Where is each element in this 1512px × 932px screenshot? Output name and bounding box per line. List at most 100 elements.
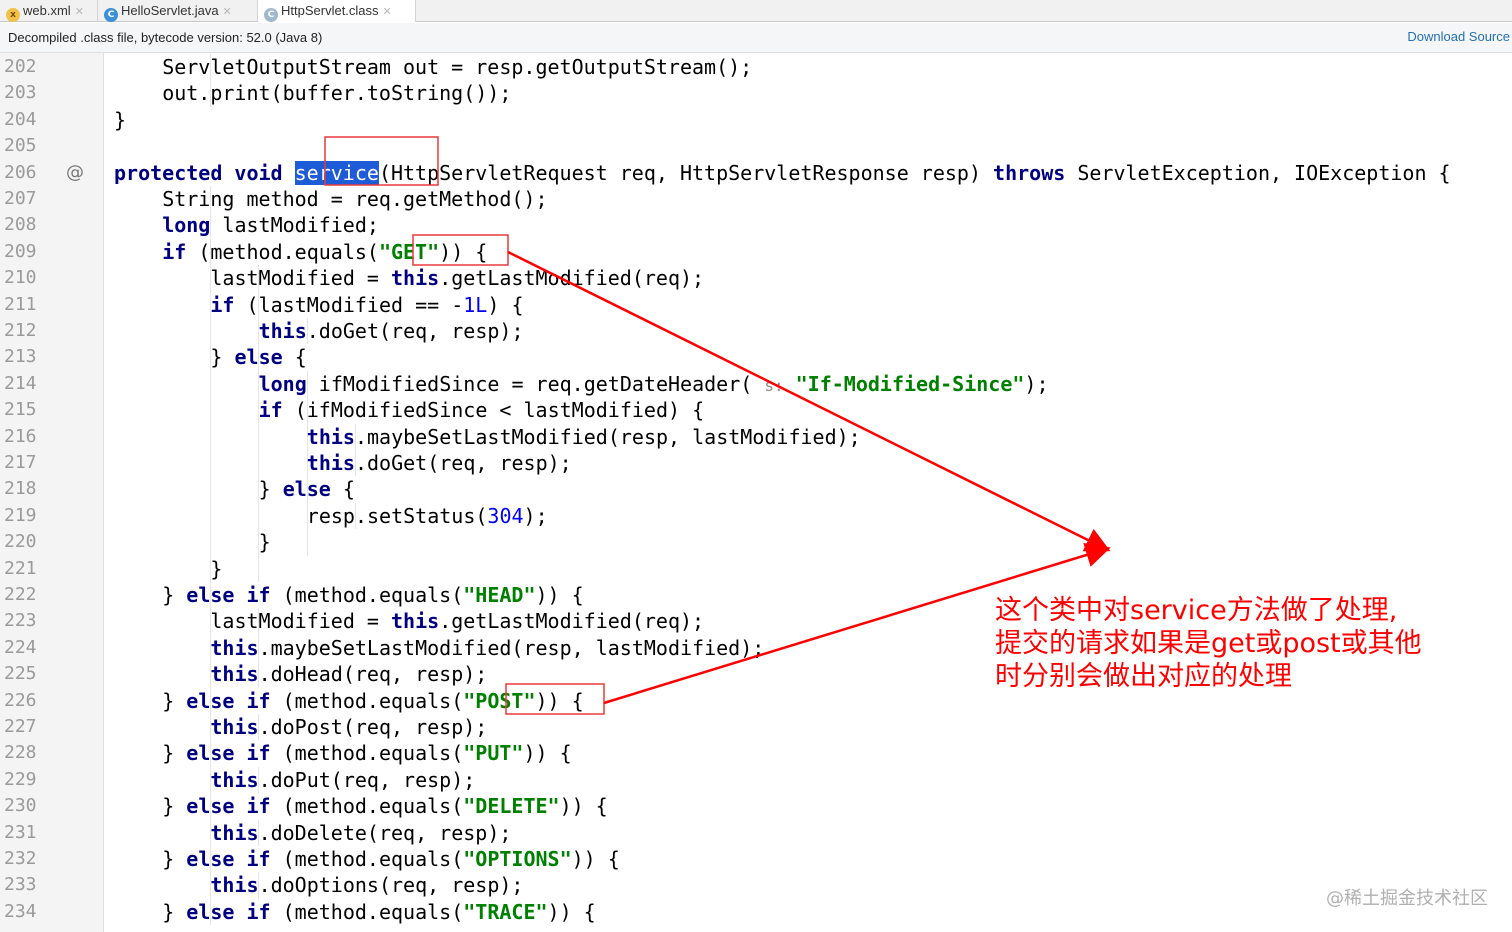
code-token: else if (186, 741, 271, 766)
selected-token: service (294, 160, 379, 185)
code-token: if (162, 239, 187, 264)
line-number[interactable]: 218 (4, 476, 44, 502)
code-token: )) { (439, 239, 488, 264)
line-number[interactable]: 231 (4, 820, 44, 846)
line-number[interactable]: 202 (4, 54, 44, 80)
code-line[interactable]: 205 (0, 133, 1512, 159)
code-line[interactable]: 204} (0, 107, 1512, 133)
line-number[interactable]: 203 (4, 80, 44, 106)
code-line[interactable]: 211 if (lastModified == -1L) { (0, 291, 1512, 318)
code-token: this (210, 767, 259, 792)
line-number[interactable]: 229 (4, 767, 44, 793)
code-token: ); (1024, 371, 1049, 396)
code-token: .doOptions(req, resp); (258, 873, 524, 898)
annotation-line: 时分别会做出对应的处理 (995, 661, 1292, 692)
line-number[interactable]: 228 (4, 740, 44, 766)
code-token: )) { (571, 847, 620, 871)
line-number[interactable]: 223 (4, 608, 44, 634)
code-line[interactable]: 220} (0, 529, 1512, 556)
line-number[interactable]: 207 (4, 186, 44, 212)
close-icon[interactable]: ✕ (75, 6, 84, 18)
tab-helloservlet-java[interactable]: C HelloServlet.java ✕ (98, 0, 258, 22)
code-token: long (258, 371, 307, 396)
code-token: (method.equals( (270, 847, 464, 871)
line-number[interactable]: 227 (4, 714, 44, 740)
code-token: if (210, 292, 235, 317)
download-source-link[interactable]: Download Source (1407, 29, 1510, 44)
tab-label: web.xml (23, 3, 71, 18)
code-line[interactable]: 230} else if (method.equals("DELETE")) { (0, 793, 1512, 820)
line-number[interactable]: 220 (4, 529, 44, 555)
code-token: resp.setStatus( (306, 503, 488, 528)
tab-label: HelloServlet.java (121, 3, 219, 18)
code-text: } else { (259, 476, 355, 502)
line-number[interactable]: 214 (4, 371, 44, 397)
code-token: (method.equals( (270, 794, 464, 819)
code-token: this (210, 873, 259, 898)
line-number[interactable]: 213 (4, 344, 44, 370)
code-line[interactable]: 233 this.doOptions(req, resp); (0, 872, 1512, 899)
code-line[interactable]: 231 this.doDelete(req, resp); (0, 819, 1512, 846)
indent-guide (210, 397, 212, 424)
line-number[interactable]: 212 (4, 318, 44, 344)
code-token: this (210, 715, 259, 739)
line-number[interactable]: 210 (4, 265, 44, 291)
line-number[interactable]: 216 (4, 424, 44, 450)
line-number[interactable]: 221 (4, 556, 44, 582)
line-number[interactable]: 208 (4, 212, 44, 238)
code-line[interactable]: 203 out.print(buffer.toString()); (0, 80, 1512, 107)
line-number[interactable]: 224 (4, 635, 44, 661)
line-number[interactable]: 206 (4, 160, 44, 186)
code-token: else if (186, 794, 271, 819)
code-line[interactable]: 215 if (ifModifiedSince < lastModified) { (0, 397, 1512, 424)
code-token: else if (186, 688, 271, 713)
tab-web-xml[interactable]: x web.xml ✕ (0, 0, 98, 22)
line-number[interactable]: 204 (4, 107, 44, 133)
line-number[interactable]: 225 (4, 661, 44, 687)
line-number[interactable]: 215 (4, 397, 44, 423)
code-line[interactable]: 228} else if (method.equals("PUT")) { (0, 740, 1512, 767)
code-token: this (391, 266, 440, 291)
code-text: resp.setStatus(304); (307, 503, 548, 529)
code-line[interactable]: 210 lastModified = this.getLastModified(r… (0, 265, 1512, 292)
line-number[interactable]: 209 (4, 239, 44, 265)
code-line[interactable]: 227 this.doPost(req, resp); (0, 714, 1512, 741)
code-line[interactable]: 229 this.doPut(req, resp); (0, 766, 1512, 794)
code-line[interactable]: 219 resp.setStatus(304); (0, 502, 1512, 530)
code-line[interactable]: 232} else if (method.equals("OPTIONS")) … (0, 846, 1512, 873)
line-number[interactable]: 226 (4, 688, 44, 714)
code-line[interactable]: 218 } else { (0, 476, 1512, 503)
code-line[interactable]: 202 ServletOutputStream out = resp.getOut… (0, 54, 1512, 81)
code-editor[interactable]: 202 ServletOutputStream out = resp.getOut… (0, 53, 1512, 932)
code-token: .doHead(req, resp); (258, 662, 488, 687)
line-number[interactable]: 217 (4, 450, 44, 476)
code-line[interactable]: 206 @ protected void service(HttpServletRe… (0, 160, 1512, 186)
code-line[interactable]: 213} else { (0, 344, 1512, 371)
code-token: "HEAD" (463, 583, 536, 607)
code-line[interactable]: 214 long ifModifiedSince = req.getDateHea… (0, 370, 1512, 398)
close-icon[interactable]: ✕ (383, 6, 392, 18)
line-number[interactable]: 230 (4, 793, 44, 819)
override-marker-icon[interactable]: @ (66, 160, 84, 186)
line-number[interactable]: 205 (4, 133, 44, 159)
code-token: this (391, 609, 440, 634)
code-line[interactable]: 209 if (method.equals("GET")) { (0, 238, 1512, 266)
close-icon[interactable]: ✕ (223, 6, 232, 18)
code-line[interactable]: 208 long lastModified; (0, 212, 1512, 239)
line-number[interactable]: 219 (4, 503, 44, 529)
code-token: (lastModified == - (234, 292, 464, 317)
code-token: } (162, 899, 187, 924)
line-number[interactable]: 234 (4, 899, 44, 925)
line-number[interactable]: 232 (4, 846, 44, 872)
code-line[interactable]: 221} (0, 555, 1512, 582)
line-number[interactable]: 211 (4, 292, 44, 318)
code-line[interactable]: 217 this.doGet(req, resp); (0, 450, 1512, 477)
line-number[interactable]: 222 (4, 582, 44, 608)
code-line[interactable]: 216 this.maybeSetLastModified(resp, lastM… (0, 423, 1512, 450)
line-number[interactable]: 233 (4, 872, 44, 898)
code-text: } (259, 529, 271, 555)
tab-httpservlet-class[interactable]: C HttpServlet.class ✕ (258, 0, 416, 22)
code-line[interactable]: 234} else if (method.equals("TRACE")) { (0, 898, 1512, 926)
code-line[interactable]: 212 this.doGet(req, resp); (0, 318, 1512, 345)
code-line[interactable]: 207 String method = req.getMethod(); (0, 186, 1512, 213)
